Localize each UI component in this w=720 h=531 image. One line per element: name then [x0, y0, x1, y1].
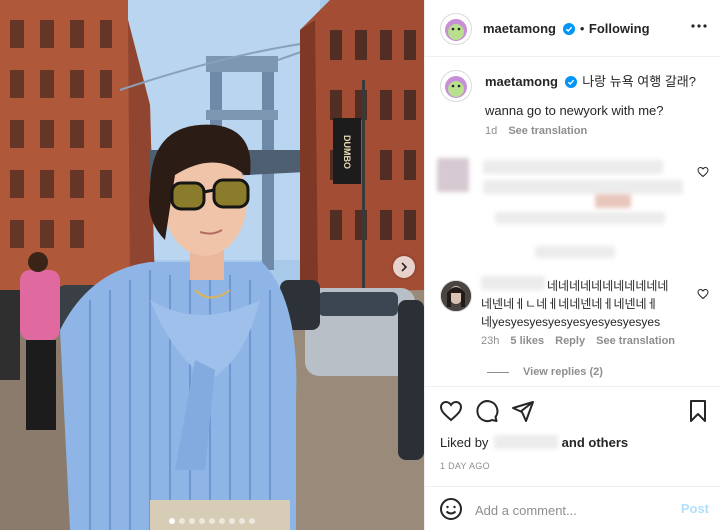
avatar-image	[445, 19, 467, 41]
blurred-text	[483, 180, 683, 194]
caption-see-translation[interactable]: See translation	[508, 125, 587, 137]
comment-meta: 23h 5 likes Reply See translation	[481, 335, 675, 347]
photo-illustration	[0, 0, 424, 530]
view-replies-label[interactable]: View replies (2)	[523, 366, 603, 378]
caption-username[interactable]: maetamong	[485, 74, 558, 89]
carousel-dot[interactable]	[189, 518, 195, 524]
carousel-dot[interactable]	[229, 518, 235, 524]
liked-by-others[interactable]: and others	[562, 435, 628, 450]
blurred-text	[495, 212, 665, 224]
banner-text: DUMBO	[342, 135, 352, 169]
caption-meta: 1d See translation	[485, 125, 587, 137]
carousel-dot[interactable]	[239, 518, 245, 524]
comment-bubble-icon[interactable]	[475, 399, 499, 423]
carousel-dot[interactable]	[199, 518, 205, 524]
blurred-liker[interactable]	[494, 435, 559, 449]
emoji-icon[interactable]	[439, 497, 463, 521]
comment-likes[interactable]: 5 likes	[510, 335, 544, 347]
post-comment-button[interactable]: Post	[681, 501, 709, 516]
comment-like-icon[interactable]	[697, 288, 709, 300]
heart-icon[interactable]	[439, 399, 463, 423]
more-options-icon[interactable]	[689, 18, 709, 34]
chevron-right-icon	[401, 262, 408, 272]
carousel-next-button[interactable]	[393, 256, 415, 278]
carousel-dot[interactable]	[249, 518, 255, 524]
liked-by-prefix: Liked by	[440, 435, 489, 450]
avatar-image	[441, 281, 471, 311]
avatar-image	[445, 76, 467, 98]
caption-age: 1d	[485, 125, 498, 137]
blurred-meta	[535, 246, 615, 258]
blurred-emoji	[595, 194, 631, 208]
author-avatar[interactable]	[440, 13, 472, 45]
carousel-dot[interactable]	[179, 518, 185, 524]
paper-plane-icon[interactable]	[511, 399, 535, 423]
comment-composer: Post	[425, 486, 720, 531]
header-info: maetamong • Following	[483, 20, 650, 38]
caption-line-1: maetamong 나랑 뉴욕 여행 갈래?	[485, 71, 696, 90]
comment-see-translation[interactable]: See translation	[596, 335, 675, 347]
carousel-dot[interactable]	[219, 518, 225, 524]
caption-english-text: wanna go to newyork with me?	[485, 103, 664, 118]
caption-korean-text: 나랑 뉴욕 여행 갈래?	[582, 74, 696, 89]
view-replies-button[interactable]: View replies (2)	[523, 366, 603, 378]
comment-text-line-1: 네네네네네네네네네네네	[547, 279, 669, 293]
commenter-avatar[interactable]	[440, 280, 472, 312]
follow-separator: •	[579, 21, 585, 36]
blurred-text	[483, 160, 663, 174]
post-header: maetamong • Following	[425, 0, 720, 57]
author-username[interactable]: maetamong	[483, 21, 556, 36]
carousel-dot[interactable]	[169, 518, 175, 524]
post-actions: Liked by and others 1 DAY AGO	[425, 386, 720, 477]
post-date[interactable]: 1 DAY AGO	[440, 461, 490, 471]
comment-reply-button[interactable]: Reply	[555, 335, 585, 347]
verified-badge-icon	[563, 23, 576, 35]
comment-input[interactable]	[473, 499, 677, 521]
carousel-dots	[0, 518, 424, 524]
following-button[interactable]: Following	[589, 21, 650, 36]
bookmark-icon[interactable]	[687, 399, 709, 423]
comment-age: 23h	[481, 335, 500, 347]
post-sidebar: maetamong • Following maetamong 나랑 뉴욕 여행…	[424, 0, 720, 530]
carousel-dot[interactable]	[209, 518, 215, 524]
post-photo[interactable]: DUMBO	[0, 0, 424, 530]
liked-by: Liked by and others	[440, 435, 628, 450]
comment-like-icon[interactable]	[697, 166, 709, 178]
instagram-post-view: DUMBO maetamong • Following maetamong 나랑…	[0, 0, 720, 530]
caption-avatar[interactable]	[440, 70, 472, 102]
comment-text-line-3: 네yesyesyesyesyesyesyesyesyes	[481, 315, 661, 329]
blurred-avatar	[437, 158, 469, 192]
comment-text-line-2: 네넨네ㅔㄴ네ㅔ네네넨네ㅔ네넨네ㅔ	[481, 297, 658, 311]
view-replies-line	[487, 372, 509, 373]
blurred-username	[481, 276, 545, 290]
verified-badge-icon	[564, 76, 577, 88]
